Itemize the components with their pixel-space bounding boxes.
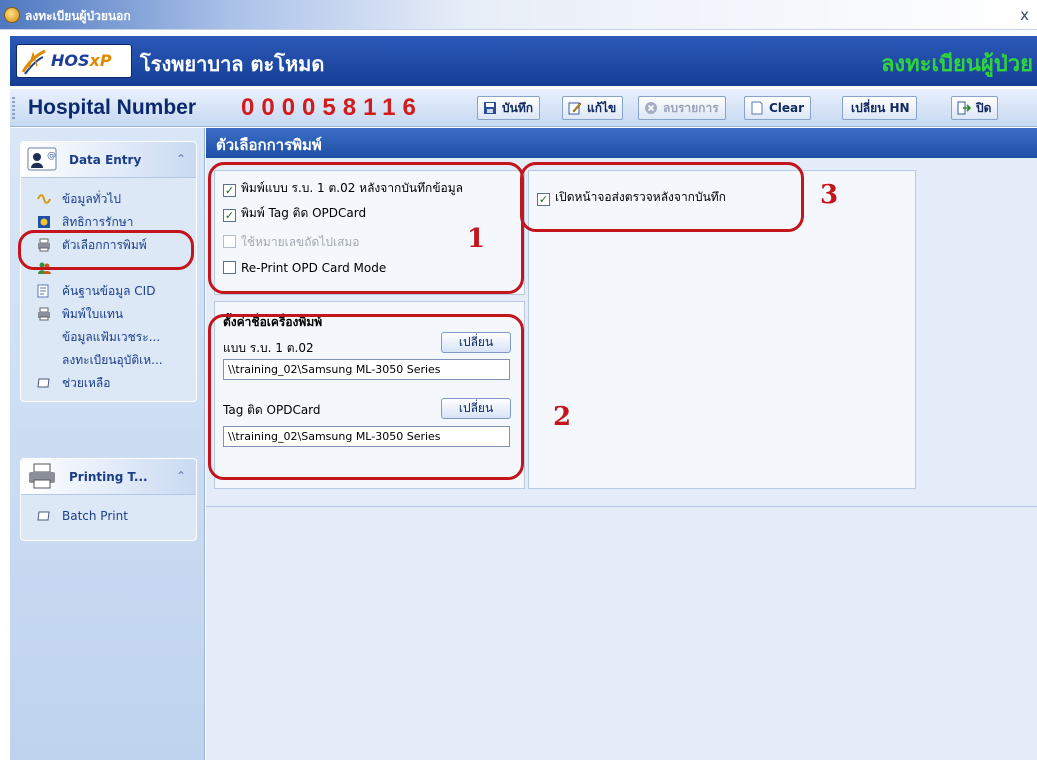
sidebar-item-label: ลงทะเบียนอุบัติเห... bbox=[62, 353, 163, 367]
change-hn-button-label: เปลี่ยน HN bbox=[851, 101, 910, 115]
content-header: ตัวเลือกการพิมพ์ bbox=[206, 128, 1037, 158]
rights-icon bbox=[38, 216, 50, 228]
general-info-icon bbox=[37, 194, 51, 204]
sidebar-item-label: ข้อมูลทั่วไป bbox=[62, 192, 121, 206]
sidebar-item-search-cid[interactable]: ค้นฐานข้อมูล CID bbox=[21, 280, 196, 303]
user-card-icon: @ bbox=[27, 147, 57, 171]
printing-group: Printing T... ⌃ Batch Print bbox=[20, 458, 197, 541]
annotation-box-3 bbox=[520, 162, 804, 232]
sidebar-item-label: พิมพ์ใบแทน bbox=[62, 307, 124, 321]
app-icon bbox=[4, 7, 20, 23]
help-card-icon bbox=[37, 378, 50, 388]
data-entry-title: Data Entry bbox=[69, 153, 142, 167]
content-divider bbox=[206, 506, 1037, 507]
window-title: ลงทะเบียนผู้ป่วยนอก bbox=[25, 9, 131, 23]
data-entry-group: @ Data Entry ⌃ ข้อมูลทั่วไป สิทธิการรักษ… bbox=[20, 141, 197, 402]
delete-circle-icon bbox=[645, 102, 657, 114]
printing-title: Printing T... bbox=[69, 470, 148, 484]
sidebar-item-label: Batch Print bbox=[62, 509, 128, 523]
collapse-chevron-icon[interactable]: ⌃ bbox=[176, 152, 186, 166]
logo-text-suffix: xP bbox=[89, 51, 112, 70]
exit-door-icon bbox=[957, 101, 971, 115]
printing-header[interactable]: Printing T... ⌃ bbox=[21, 459, 196, 495]
hn-label: Hospital Number bbox=[28, 96, 197, 119]
delete-button-label: ลบรายการ bbox=[663, 101, 719, 115]
svg-text:@: @ bbox=[47, 151, 56, 161]
clear-button[interactable]: Clear bbox=[744, 96, 812, 120]
main-toolbar: Hospital Number 000058116 บันทึก แก้ไข ล… bbox=[10, 89, 1037, 127]
edit-pencil-icon bbox=[568, 102, 582, 115]
collapse-chevron-icon[interactable]: ⌃ bbox=[176, 469, 186, 483]
close-form-button-label: ปิด bbox=[976, 101, 992, 115]
clear-button-label: Clear bbox=[769, 101, 805, 115]
sidebar-item-label: ค้นฐานข้อมูล CID bbox=[62, 284, 156, 298]
annotation-number-3: 3 bbox=[820, 180, 839, 210]
hospital-banner: HOSxP โรงพยาบาล ตะโหมด ลงทะเบียนผู้ป่วย bbox=[10, 36, 1037, 86]
batch-print-icon bbox=[37, 511, 50, 521]
sidebar-item-reprint[interactable]: พิมพ์ใบแทน bbox=[21, 303, 196, 326]
save-button-label: บันทึก bbox=[502, 101, 533, 115]
close-icon[interactable]: x bbox=[1020, 6, 1029, 24]
module-name: ลงทะเบียนผู้ป่วย bbox=[880, 51, 1033, 77]
logo-text-main: HOS bbox=[51, 51, 90, 70]
sidebar-item-label: สิทธิการรักษา bbox=[62, 215, 134, 229]
printer-icon bbox=[29, 463, 55, 489]
sidebar-item-general-info[interactable]: ข้อมูลทั่วไป bbox=[21, 188, 196, 211]
sidebar-item-help[interactable]: ช่วยเหลือ bbox=[21, 372, 196, 395]
annotation-number-2: 2 bbox=[553, 402, 572, 432]
sidebar-item-batch-print[interactable]: Batch Print bbox=[21, 505, 196, 528]
content-title: ตัวเลือกการพิมพ์ bbox=[216, 136, 322, 154]
search-database-icon bbox=[37, 284, 49, 298]
hosxp-logo: HOSxP bbox=[16, 44, 132, 78]
annotation-circle-sidebar bbox=[18, 230, 194, 270]
sidebar-item-medical-records[interactable]: ข้อมูลแฟ้มเวชระ... bbox=[21, 326, 196, 349]
hospital-name: โรงพยาบาล ตะโหมด bbox=[140, 52, 325, 76]
change-hn-button[interactable]: เปลี่ยน HN bbox=[842, 96, 917, 120]
hn-value: 000058116 bbox=[241, 94, 423, 121]
annotation-number-1: 1 bbox=[467, 224, 486, 254]
sidebar-item-label: ช่วยเหลือ bbox=[62, 376, 111, 390]
printer-icon bbox=[38, 307, 50, 321]
close-form-button[interactable]: ปิด bbox=[951, 96, 999, 120]
window-titlebar: ลงทะเบียนผู้ป่วยนอก x bbox=[0, 0, 1037, 30]
sidebar-item-accident-registration[interactable]: ลงทะเบียนอุบัติเห... bbox=[21, 349, 196, 372]
edit-button-label: แก้ไข bbox=[587, 101, 617, 115]
sidebar-item-label: ข้อมูลแฟ้มเวชระ... bbox=[62, 330, 161, 344]
toolbar-grip[interactable] bbox=[12, 97, 15, 119]
data-entry-header[interactable]: @ Data Entry ⌃ bbox=[21, 142, 196, 178]
delete-button[interactable]: ลบรายการ bbox=[638, 96, 726, 120]
task-pane: @ Data Entry ⌃ ข้อมูลทั่วไป สิทธิการรักษ… bbox=[10, 128, 205, 760]
data-entry-items: ข้อมูลทั่วไป สิทธิการรักษา ตัวเลือกการพิ… bbox=[21, 178, 196, 401]
logo-text: HOSxP bbox=[51, 51, 112, 70]
printing-items: Batch Print bbox=[21, 495, 196, 540]
logo-swoosh-icon bbox=[21, 49, 46, 75]
clear-page-icon bbox=[751, 101, 763, 115]
edit-button[interactable]: แก้ไข bbox=[562, 96, 624, 120]
annotation-box-2 bbox=[208, 314, 524, 480]
floppy-disk-icon bbox=[484, 102, 496, 114]
save-button[interactable]: บันทึก bbox=[477, 96, 540, 120]
